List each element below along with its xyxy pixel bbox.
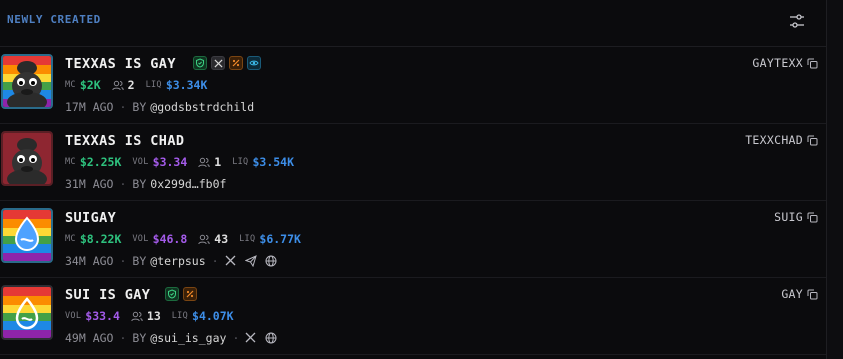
creator-link[interactable]: @terpsus xyxy=(150,254,205,268)
eye-icon[interactable] xyxy=(247,56,261,70)
market-cap: MC $2K xyxy=(65,78,101,92)
globe-icon[interactable] xyxy=(265,255,277,267)
users-icon xyxy=(198,157,210,168)
market-cap: MC $2.25K xyxy=(65,155,122,169)
token-row[interactable]: TEXXAS IS GAY MC $2K 2 LIQ $3.34K 17M AG… xyxy=(0,46,826,124)
copy-icon[interactable] xyxy=(807,135,818,146)
token-avatar[interactable] xyxy=(1,285,53,340)
holders: 13 xyxy=(131,309,161,323)
liquidity: LIQ $4.07K xyxy=(171,309,234,323)
shield-icon xyxy=(193,56,207,70)
token-meta: 49M AGO · BY @sui_is_gay · xyxy=(65,331,277,345)
volume: VOL $3.34 xyxy=(132,155,188,169)
token-age: 17M AGO xyxy=(65,100,114,114)
volume: VOL $46.8 xyxy=(132,232,188,246)
token-name[interactable]: TEXXAS IS CHAD xyxy=(65,133,184,149)
token-row[interactable]: SUIGAY MC $8.22K VOL $46.8 43 LIQ $6.77K xyxy=(0,200,826,278)
holders: 43 xyxy=(198,232,228,246)
copy-icon[interactable] xyxy=(807,58,818,69)
creator-link[interactable]: @godsbstrdchild xyxy=(150,100,254,114)
token-avatar[interactable] xyxy=(1,131,53,186)
social-links xyxy=(225,255,277,267)
token-stats: MC $2K 2 LIQ $3.34K xyxy=(65,78,218,92)
token-row[interactable]: TEXXAS IS CHAD MC $2.25K VOL $3.34 1 LIQ… xyxy=(0,123,826,201)
token-stats: MC $8.22K VOL $46.8 43 LIQ $6.77K xyxy=(65,232,312,246)
liquidity: LIQ $3.54K xyxy=(232,155,295,169)
users-icon xyxy=(131,311,143,322)
newly-created-panel: NEWLY CREATED TEXXAS IS GAY MC $2K 2 LIQ… xyxy=(0,0,827,359)
liquidity: LIQ $6.77K xyxy=(239,232,301,246)
token-age: 49M AGO xyxy=(65,331,114,345)
token-meta: 31M AGO · BY 0x299d…fb0f xyxy=(65,177,227,191)
panel-title: NEWLY CREATED xyxy=(7,13,101,26)
token-ticker: TEXXCHAD xyxy=(745,133,818,147)
scrollbar-gutter[interactable] xyxy=(827,0,843,359)
token-row[interactable]: SUI IS GAY VOL $33.4 13 LIQ $4.07K 49M A… xyxy=(0,277,826,355)
market-cap: MC $8.22K xyxy=(65,232,122,246)
volume: VOL $33.4 xyxy=(65,309,120,323)
users-icon xyxy=(111,80,124,91)
liquidity: LIQ $3.34K xyxy=(145,78,208,92)
panel-header: NEWLY CREATED xyxy=(0,0,826,47)
sliders-icon[interactable] xyxy=(786,10,808,32)
creator-link[interactable]: @sui_is_gay xyxy=(150,331,226,345)
token-avatar[interactable] xyxy=(1,54,53,109)
token-meta: 34M AGO · BY @terpsus · xyxy=(65,254,277,268)
x-icon[interactable] xyxy=(211,56,225,70)
holders: 2 xyxy=(111,78,135,92)
shield-icon xyxy=(165,287,179,301)
token-name[interactable]: TEXXAS IS GAY xyxy=(65,56,176,72)
x-icon[interactable] xyxy=(225,255,237,267)
token-stats: MC $2.25K VOL $3.34 1 LIQ $3.54K xyxy=(65,155,305,169)
token-ticker: SUIG xyxy=(774,210,818,224)
percent-icon xyxy=(183,287,197,301)
globe-icon[interactable] xyxy=(265,332,277,344)
token-age: 31M AGO xyxy=(65,177,114,191)
token-name[interactable]: SUIGAY xyxy=(65,210,116,226)
token-avatar[interactable] xyxy=(1,208,53,263)
token-badges xyxy=(193,56,261,70)
copy-icon[interactable] xyxy=(807,212,818,223)
token-name[interactable]: SUI IS GAY xyxy=(65,287,150,303)
token-age: 34M AGO xyxy=(65,254,114,268)
x-icon[interactable] xyxy=(245,332,257,344)
token-ticker: GAYTEXX xyxy=(752,56,818,70)
holders: 1 xyxy=(198,155,221,169)
social-links xyxy=(245,332,277,344)
creator-link[interactable]: 0x299d…fb0f xyxy=(150,177,226,191)
percent-icon xyxy=(229,56,243,70)
telegram-icon[interactable] xyxy=(244,255,257,267)
token-meta: 17M AGO · BY @godsbstrdchild xyxy=(65,100,255,114)
users-icon xyxy=(198,234,210,245)
copy-icon[interactable] xyxy=(807,289,818,300)
token-stats: VOL $33.4 13 LIQ $4.07K xyxy=(65,309,245,323)
token-badges xyxy=(165,287,197,301)
token-ticker: GAY xyxy=(781,287,818,301)
